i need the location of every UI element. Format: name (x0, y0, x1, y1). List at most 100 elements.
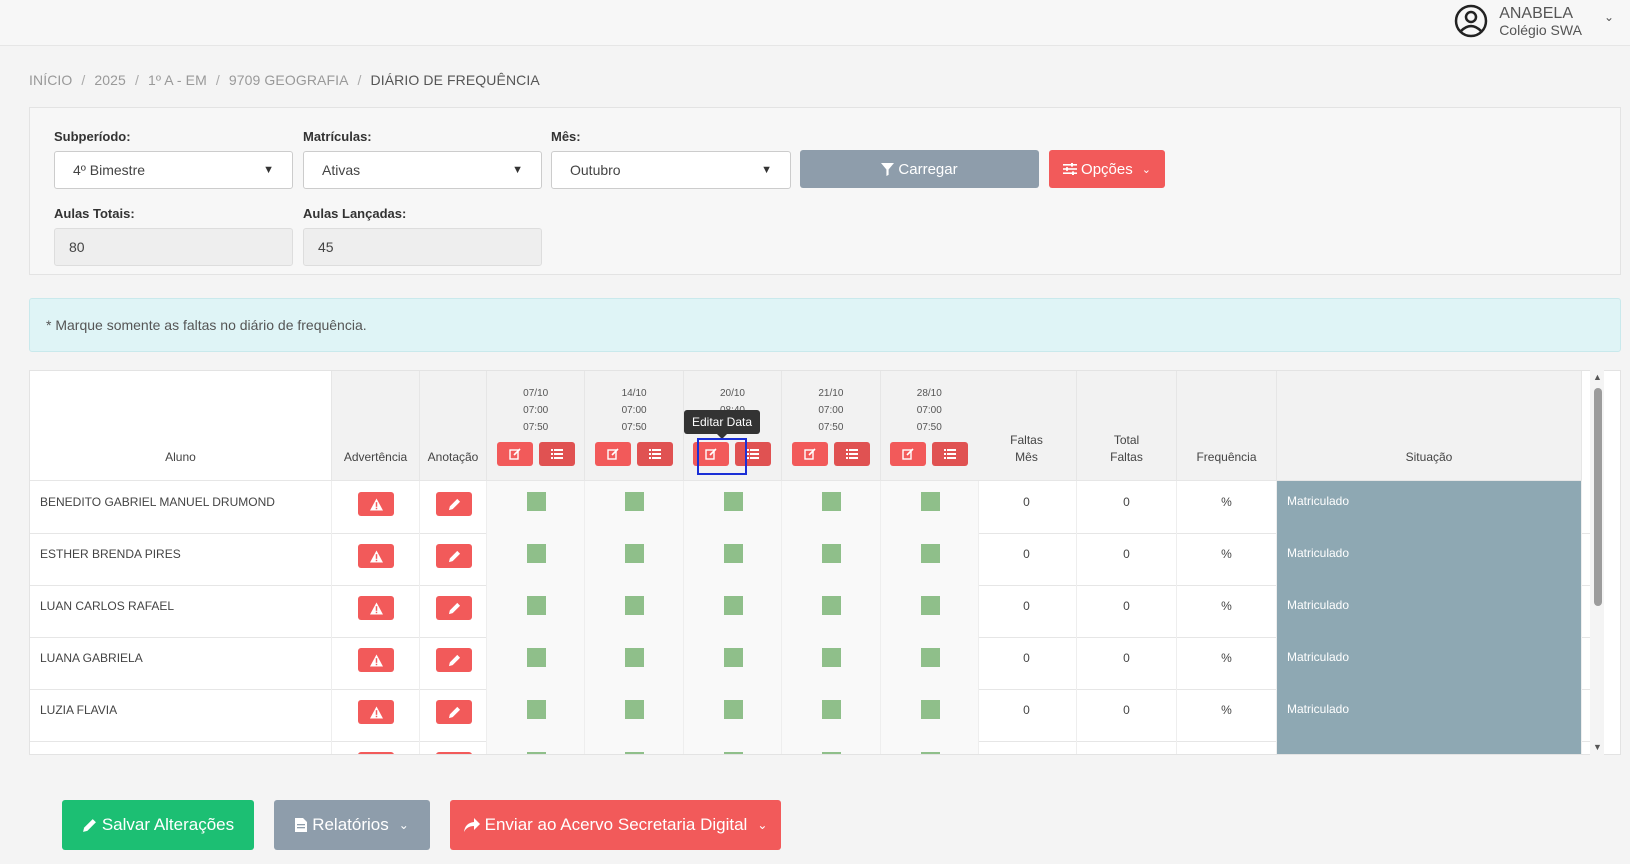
presence-checkbox[interactable] (625, 752, 645, 754)
attendance-cell (585, 585, 684, 638)
scroll-up-icon[interactable]: ▲ (1593, 372, 1602, 382)
mes-select[interactable]: Outubro ▼ (551, 151, 791, 189)
presence-checkbox[interactable] (822, 492, 842, 511)
table-row: LUANA GABRIELA 0 0% Matriculado (30, 637, 1602, 690)
presence-checkbox[interactable] (527, 596, 546, 615)
breadcrumb-inicio[interactable]: INÍCIO (29, 72, 72, 88)
attendance-cell (585, 689, 684, 742)
scroll-down-icon[interactable]: ▼ (1593, 742, 1602, 752)
attendance-cell (880, 533, 979, 586)
presence-checkbox[interactable] (723, 752, 743, 754)
anotacao-button[interactable] (436, 596, 472, 620)
presence-checkbox[interactable] (723, 544, 743, 563)
chevron-down-icon: ⌄ (1141, 163, 1151, 176)
table-row: LUAN CARLOS RAFAEL 0 0% Matriculado (30, 585, 1602, 638)
file-text-icon (295, 818, 308, 832)
presence-checkbox[interactable] (527, 700, 546, 719)
pencil-icon (448, 602, 461, 615)
anotacao-button[interactable] (436, 752, 472, 754)
carregar-button[interactable]: Carregar (800, 150, 1039, 188)
user-menu[interactable]: ANABELA Colégio SWA ⌄ (1453, 3, 1614, 39)
list-button[interactable] (637, 442, 674, 466)
presence-checkbox[interactable] (822, 596, 842, 615)
breadcrumb-year[interactable]: 2025 (94, 72, 126, 88)
attendance-cell (487, 637, 586, 690)
edit-date-button[interactable] (595, 442, 632, 466)
date-label: 28/10 (916, 388, 942, 399)
advertencia-cell (332, 533, 420, 586)
edit-date-button[interactable] (496, 442, 533, 466)
advertencia-button[interactable] (358, 544, 394, 568)
breadcrumb-class[interactable]: 1º A - EM (148, 72, 207, 88)
header-situacao: Situação (1277, 371, 1582, 481)
end-time: 07:50 (916, 422, 942, 433)
advertencia-button[interactable] (358, 648, 394, 672)
list-button[interactable] (932, 442, 969, 466)
presence-checkbox[interactable] (625, 492, 645, 511)
presence-checkbox[interactable] (723, 596, 743, 615)
breadcrumb-current: DIÁRIO DE FREQUÊNCIA (370, 72, 540, 88)
anotacao-button[interactable] (436, 648, 472, 672)
subperiodo-select[interactable]: 4º Bimestre ▼ (54, 151, 293, 189)
situacao-value: Matriculado (1277, 741, 1582, 754)
salvar-button[interactable]: Salvar Alterações (62, 800, 254, 850)
advertencia-button[interactable] (358, 752, 394, 754)
matriculas-value: Ativas (322, 162, 361, 178)
advertencia-button[interactable] (358, 596, 394, 620)
subperiodo-label: Subperíodo: (54, 129, 131, 144)
pencil-icon (448, 550, 461, 563)
presence-checkbox[interactable] (625, 596, 645, 615)
presence-checkbox[interactable] (822, 700, 842, 719)
pencil-icon (448, 498, 461, 511)
presence-checkbox[interactable] (527, 544, 546, 563)
edit-icon (508, 448, 521, 460)
date-info: 07/10 07:00 07:50 (487, 385, 584, 436)
presence-checkbox[interactable] (822, 648, 842, 667)
presence-checkbox[interactable] (920, 700, 940, 719)
chevron-down-icon[interactable]: ⌄ (1604, 10, 1614, 24)
attendance-cell (487, 585, 586, 638)
presence-checkbox[interactable] (723, 700, 743, 719)
list-button[interactable] (538, 442, 575, 466)
list-icon (845, 448, 858, 460)
presence-checkbox[interactable] (527, 648, 546, 667)
matriculas-select[interactable]: Ativas ▼ (303, 151, 542, 189)
presence-checkbox[interactable] (920, 596, 940, 615)
edit-date-button[interactable] (890, 442, 927, 466)
scrollbar-thumb[interactable] (1594, 388, 1602, 606)
list-icon (649, 448, 662, 460)
presence-checkbox[interactable] (920, 648, 940, 667)
presence-checkbox[interactable] (920, 492, 940, 511)
attendance-cell (683, 689, 783, 742)
anotacao-button[interactable] (436, 700, 472, 724)
attendance-cell (585, 533, 684, 586)
presence-checkbox[interactable] (920, 752, 940, 754)
presence-checkbox[interactable] (625, 544, 645, 563)
presence-checkbox[interactable] (625, 648, 645, 667)
presence-checkbox[interactable] (625, 700, 645, 719)
matriculas-label: Matrículas: (303, 129, 372, 144)
presence-checkbox[interactable] (723, 492, 743, 511)
enviar-acervo-button[interactable]: Enviar ao Acervo Secretaria Digital ⌄ (450, 800, 781, 850)
frequencia-value: % (1177, 533, 1277, 586)
advertencia-button[interactable] (358, 492, 394, 516)
advertencia-button[interactable] (358, 700, 394, 724)
opcoes-button[interactable]: Opções ⌄ (1049, 150, 1165, 188)
list-button[interactable] (833, 442, 870, 466)
anotacao-button[interactable] (436, 492, 472, 516)
anotacao-button[interactable] (436, 544, 472, 568)
presence-checkbox[interactable] (527, 492, 546, 511)
warning-icon (369, 549, 383, 563)
student-name: LUANA GABRIELA (30, 637, 332, 690)
presence-checkbox[interactable] (920, 544, 940, 563)
presence-checkbox[interactable] (527, 752, 546, 754)
presence-checkbox[interactable] (822, 544, 842, 563)
table-scrollbar[interactable]: ▲ ▼ (1590, 370, 1604, 755)
breadcrumb-subject[interactable]: 9709 GEOGRAFIA (229, 72, 349, 88)
start-time: 07:00 (621, 405, 647, 416)
presence-checkbox[interactable] (822, 752, 842, 754)
relatorios-button[interactable]: Relatórios ⌄ (274, 800, 430, 850)
presence-checkbox[interactable] (723, 648, 743, 667)
edit-date-button[interactable] (791, 442, 828, 466)
editar-data-tooltip: Editar Data (684, 410, 761, 439)
